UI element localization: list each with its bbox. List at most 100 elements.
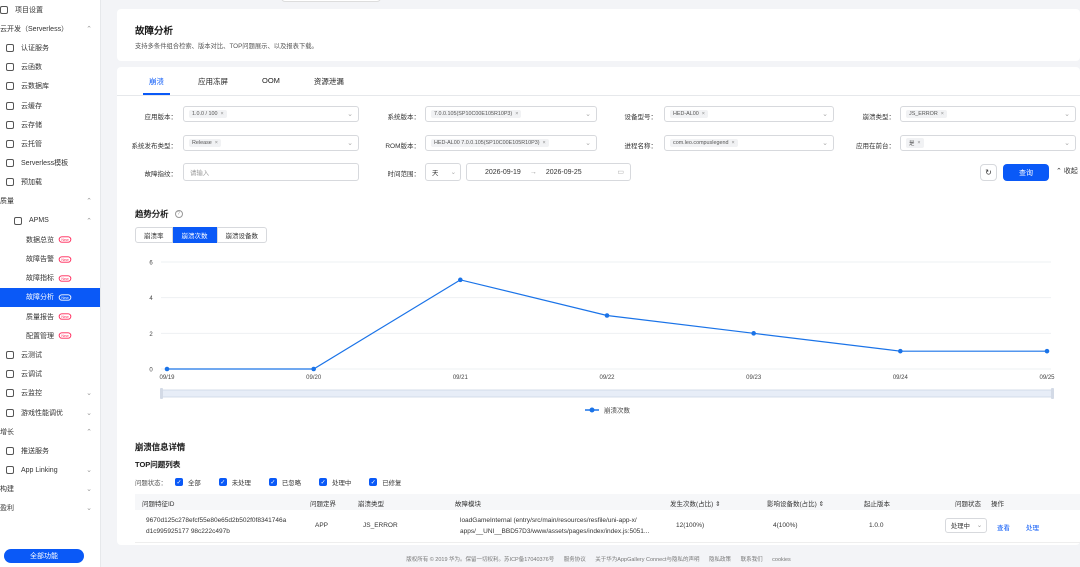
status-check-ignored[interactable]: ✓ 已忽略 — [268, 478, 301, 487]
chevron-down-icon[interactable]: ⌄ — [86, 466, 92, 474]
chevron-down-icon: ⌄ — [450, 169, 456, 176]
metric-crash-devices[interactable]: 崩溃设备数 — [216, 227, 267, 243]
sidebar-item-26[interactable]: 盈利 ⌄ — [0, 499, 100, 518]
footer-privacy-statement-link[interactable]: 关于华为AppGallery Connect与隐私的声明 — [595, 557, 699, 563]
new-badge: New — [58, 236, 72, 243]
chevron-down-icon: ⌄ — [347, 140, 353, 147]
sidebar-item-6[interactable]: 云存储 — [0, 115, 100, 134]
footer-privacy-policy-link[interactable]: 隐私政策 — [709, 557, 731, 563]
end-date[interactable]: 2026-09-25 — [546, 169, 582, 176]
sidebar-item-8[interactable]: Serverless模板 — [0, 154, 100, 173]
chevron-down-icon[interactable]: ⌄ — [86, 389, 92, 397]
time-unit-select[interactable]: 天 ⌄ — [425, 163, 461, 181]
sidebar-item-17[interactable]: 配置管理 New — [0, 326, 100, 345]
sidebar-item-0[interactable]: 项目设置 — [0, 0, 100, 19]
sidebar-item-label: 质量报告 — [26, 313, 54, 321]
collapse-label: 收起 — [1063, 168, 1078, 175]
trend-line-chart: 0 2 4 6 09/19 09/20 09/21 09/22 09/23 09/24 09/25 崩… — [149, 261, 1055, 415]
sidebar-item-22[interactable]: 增长 ⌃ — [0, 422, 100, 441]
tag-close-icon[interactable]: × — [917, 140, 920, 146]
date-range-picker[interactable]: 2026-09-19 → 2026-09-25 ▭ — [466, 163, 631, 181]
rom-version-tag-text: HED-AL00 7.0.0.105(SP10C00E105R10P3) — [434, 140, 540, 146]
sidebar-item-11[interactable]: APMS ⌃ — [0, 211, 100, 230]
sidebar-item-18[interactable]: 云测试 — [0, 345, 100, 364]
top-search-fragment[interactable] — [281, 0, 381, 2]
all-functions-button[interactable]: 全部功能 — [4, 549, 84, 563]
sidebar-item-10[interactable]: 质量 ⌃ — [0, 192, 100, 211]
sidebar-item-20[interactable]: 云监控 ⌄ — [0, 384, 100, 403]
metric-crash-rate[interactable]: 崩溃率 — [135, 227, 173, 243]
collapse-button[interactable]: ⌃ 收起 — [1056, 166, 1078, 176]
view-link[interactable]: 查看 — [997, 522, 1010, 532]
query-button[interactable]: 查询 — [1003, 164, 1049, 181]
tag-close-icon[interactable]: × — [515, 111, 518, 117]
sidebar-item-19[interactable]: 云调试 — [0, 365, 100, 384]
status-check-all[interactable]: ✓ 全部 — [174, 478, 201, 487]
status-check-unhandled[interactable]: ✓ 未处理 — [218, 478, 251, 487]
app-version-select[interactable]: 1.0.0 / 100 × ⌄ — [183, 106, 359, 122]
foreground-select[interactable]: 是 × ⌄ — [900, 135, 1076, 151]
crash-type-select[interactable]: JS_ERROR × ⌄ — [900, 106, 1076, 122]
sidebar-item-label: 预加载 — [21, 179, 42, 187]
chevron-down-icon[interactable]: ⌄ — [86, 485, 92, 493]
device-model-select[interactable]: HED-AL00 × ⌄ — [664, 106, 834, 122]
rom-version-select[interactable]: HED-AL00 7.0.0.105(SP10C00E105R10P3) × ⌄ — [425, 135, 597, 151]
tag-close-icon[interactable]: × — [731, 140, 734, 146]
sidebar-item-13[interactable]: 故障告警 New — [0, 249, 100, 268]
issue-id-line1[interactable]: 9670d125c278efcf55e80e65d2b502f0f8341746… — [146, 517, 286, 524]
chevron-up-icon[interactable]: ⌃ — [86, 25, 92, 33]
footer-cookies-link[interactable]: cookies — [772, 557, 791, 563]
sidebar-item-25[interactable]: 构建 ⌄ — [0, 480, 100, 499]
sys-version-select[interactable]: 7.0.0.105(SP10C00E105R10P3) × ⌄ — [425, 106, 597, 122]
metric-crash-count[interactable]: 崩溃次数 — [172, 227, 217, 243]
tag-close-icon[interactable]: × — [702, 111, 705, 117]
help-icon[interactable]: ? — [174, 210, 183, 218]
sidebar-item-5[interactable]: 云缓存 — [0, 96, 100, 115]
tag-close-icon[interactable]: × — [220, 111, 223, 117]
process-name-select[interactable]: com.leo.compuslegend × ⌄ — [664, 135, 834, 151]
sidebar-item-23[interactable]: 推送服务 — [0, 441, 100, 460]
sidebar-item-15[interactable]: 故障分析 New — [0, 287, 100, 307]
sidebar-item-1[interactable]: 云开发（Serverless） ⌃ — [0, 19, 100, 38]
sidebar-item-2[interactable]: 认证服务 — [0, 38, 100, 57]
chevron-up-icon[interactable]: ⌃ — [86, 217, 92, 225]
col-count[interactable]: 发生次数(占比) ⇕ — [670, 498, 721, 508]
sidebar-item-16[interactable]: 质量报告 New — [0, 307, 100, 326]
tag-close-icon[interactable]: × — [542, 140, 545, 146]
tag-close-icon[interactable]: × — [941, 111, 944, 117]
sidebar-item-9[interactable]: 预加载 — [0, 173, 100, 192]
release-type-select[interactable]: Release × ⌄ — [183, 135, 359, 151]
tab-resource-leak[interactable]: 资源泄漏 — [300, 73, 358, 95]
issue-status-select[interactable]: 处理中 ⌄ — [945, 518, 987, 533]
status-check-processing[interactable]: ✓ 处理中 — [319, 478, 351, 487]
sidebar-item-24[interactable]: App Linking ⌄ — [0, 461, 100, 480]
handle-link[interactable]: 处理 — [1026, 522, 1039, 532]
sidebar-item-label: 云数据库 — [21, 83, 49, 91]
status-check-fixed[interactable]: ✓ 已修复 — [369, 478, 401, 487]
footer-contact-link[interactable]: 联系我们 — [741, 557, 763, 563]
sidebar-item-12[interactable]: 数据总览 New — [0, 230, 100, 249]
issue-status-value: 处理中 — [951, 523, 970, 530]
chevron-down-icon[interactable]: ⌄ — [86, 504, 92, 512]
tag-close-icon[interactable]: × — [215, 140, 218, 146]
sidebar-item-7[interactable]: 云托管 — [0, 134, 100, 153]
chevron-up-icon[interactable]: ⌃ — [86, 197, 92, 205]
tab-crash[interactable]: 崩溃 — [135, 73, 178, 95]
sidebar-item-4[interactable]: 云数据库 — [0, 77, 100, 96]
chevron-down-icon[interactable]: ⌄ — [86, 409, 92, 417]
sidebar-item-21[interactable]: 游戏性能调优 ⌄ — [0, 403, 100, 422]
col-devices[interactable]: 影响设备数(占比) ⇕ — [767, 498, 824, 508]
tab-app-freeze[interactable]: 应用冻屏 — [184, 73, 242, 95]
rom-version-label: ROM版本： — [385, 143, 420, 150]
fingerprint-input[interactable]: 请输入 — [183, 163, 359, 181]
issue-id-line2[interactable]: d1c995925177 98c222c497b — [146, 528, 230, 535]
chevron-up-icon[interactable]: ⌃ — [86, 428, 92, 436]
footer-service-link[interactable]: 服务协议 — [564, 557, 586, 563]
refresh-button[interactable]: ↻ — [980, 164, 997, 181]
sidebar-item-3[interactable]: 云函数 — [0, 58, 100, 77]
sidebar-item-14[interactable]: 故障指标 New — [0, 269, 100, 288]
tab-oom[interactable]: OOM — [248, 73, 294, 95]
table-row[interactable]: 9670d125c278efcf55e80e65d2b502f0f8341746… — [135, 510, 1080, 543]
x-tick-label: 09/22 — [599, 375, 615, 381]
start-date[interactable]: 2026-09-19 — [485, 169, 521, 176]
